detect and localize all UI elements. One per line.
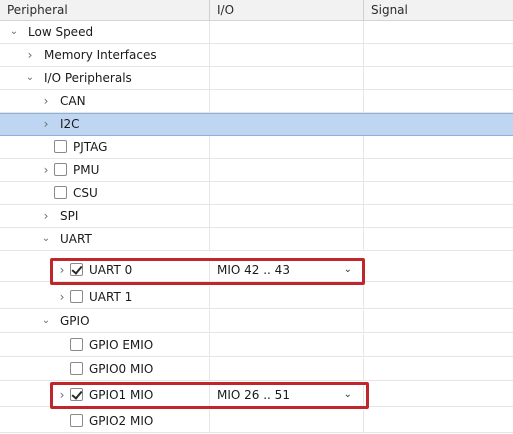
chevron-right-icon[interactable]: › [56,384,68,406]
gpio2-mio-checkbox[interactable] [70,414,83,427]
tree-label: GPIO EMIO [89,338,154,352]
tree-row-spi[interactable]: › SPI [0,205,513,228]
chevron-right-icon[interactable]: › [40,90,52,112]
tree-row-gpio-emio[interactable]: GPIO EMIO [0,334,513,357]
chevron-right-icon[interactable]: › [56,259,68,281]
tree-label: I2C [60,117,80,131]
tree-row-i2c[interactable]: › I2C [0,113,513,136]
tree-label: SPI [60,209,79,223]
tree-row-uart0[interactable]: › UART 0 MIO 42 .. 43 ⌄ [0,259,513,282]
gpio1-io-select[interactable]: MIO 26 .. 51 ⌄ [210,385,360,405]
tree-row-gpio2-mio[interactable]: GPIO2 MIO [0,410,513,433]
tree-row-gpio1-mio[interactable]: › GPIO1 MIO MIO 26 .. 51 ⌄ [0,384,513,407]
gpio1-io-value: MIO 26 .. 51 [217,388,290,402]
tree-row-gpio[interactable]: ⌄ GPIO [0,310,513,333]
gpio1-mio-checkbox[interactable] [70,388,83,401]
tree-label: CAN [60,94,86,108]
chevron-right-icon[interactable]: › [40,205,52,227]
tree-label: GPIO2 MIO [89,414,154,428]
uart0-io-select[interactable]: MIO 42 .. 43 ⌄ [210,260,360,280]
pjtag-checkbox[interactable] [54,140,67,153]
tree-row-can[interactable]: › CAN [0,90,513,113]
table-header: Peripheral I/O Signal [0,0,513,21]
tree-label: I/O Peripherals [44,71,132,85]
gpio-emio-checkbox[interactable] [70,338,83,351]
chevron-down-icon[interactable]: ⌄ [24,67,36,89]
csu-checkbox[interactable] [54,186,67,199]
tree-label: UART 0 [89,263,133,277]
tree-label: GPIO [60,314,90,328]
tree-label: PMU [73,163,100,177]
uart0-checkbox[interactable] [70,263,83,276]
gpio0-mio-checkbox[interactable] [70,362,83,375]
column-header-signal[interactable]: Signal [363,0,513,20]
chevron-down-icon[interactable]: ⌄ [40,228,52,250]
chevron-down-icon[interactable]: ⌄ [40,310,52,332]
tree-row-io-peripherals[interactable]: ⌄ I/O Peripherals [0,67,513,90]
uart0-io-value: MIO 42 .. 43 [217,263,290,277]
column-header-peripheral[interactable]: Peripheral [0,0,209,20]
tree-row-pjtag[interactable]: PJTAG [0,136,513,159]
chevron-right-icon[interactable]: › [40,159,52,181]
chevron-down-icon[interactable]: ⌄ [8,21,20,43]
tree-row-csu[interactable]: CSU [0,182,513,205]
chevron-right-icon[interactable]: › [56,286,68,308]
tree-row-low-speed[interactable]: ⌄ Low Speed [0,21,513,44]
tree-label: UART 1 [89,290,133,304]
tree-row-uart1[interactable]: › UART 1 [0,286,513,309]
tree-label: CSU [73,186,98,200]
tree-row-gpio0-mio[interactable]: GPIO0 MIO [0,358,513,381]
tree-label: Low Speed [28,25,94,39]
chevron-down-icon[interactable]: ⌄ [344,260,352,280]
tree-label: PJTAG [73,140,108,154]
tree-label: UART [60,232,92,246]
tree-label: GPIO0 MIO [89,362,154,376]
pmu-checkbox[interactable] [54,163,67,176]
chevron-right-icon[interactable]: › [24,44,36,66]
tree-row-memory-interfaces[interactable]: › Memory Interfaces [0,44,513,67]
chevron-down-icon[interactable]: ⌄ [344,385,352,405]
tree-row-pmu[interactable]: › PMU [0,159,513,182]
column-header-io[interactable]: I/O [209,0,363,20]
tree-label: GPIO1 MIO [89,388,154,402]
tree-label: Memory Interfaces [44,48,157,62]
chevron-right-icon[interactable]: › [40,113,52,135]
uart1-checkbox[interactable] [70,290,83,303]
tree-row-uart[interactable]: ⌄ UART [0,228,513,251]
